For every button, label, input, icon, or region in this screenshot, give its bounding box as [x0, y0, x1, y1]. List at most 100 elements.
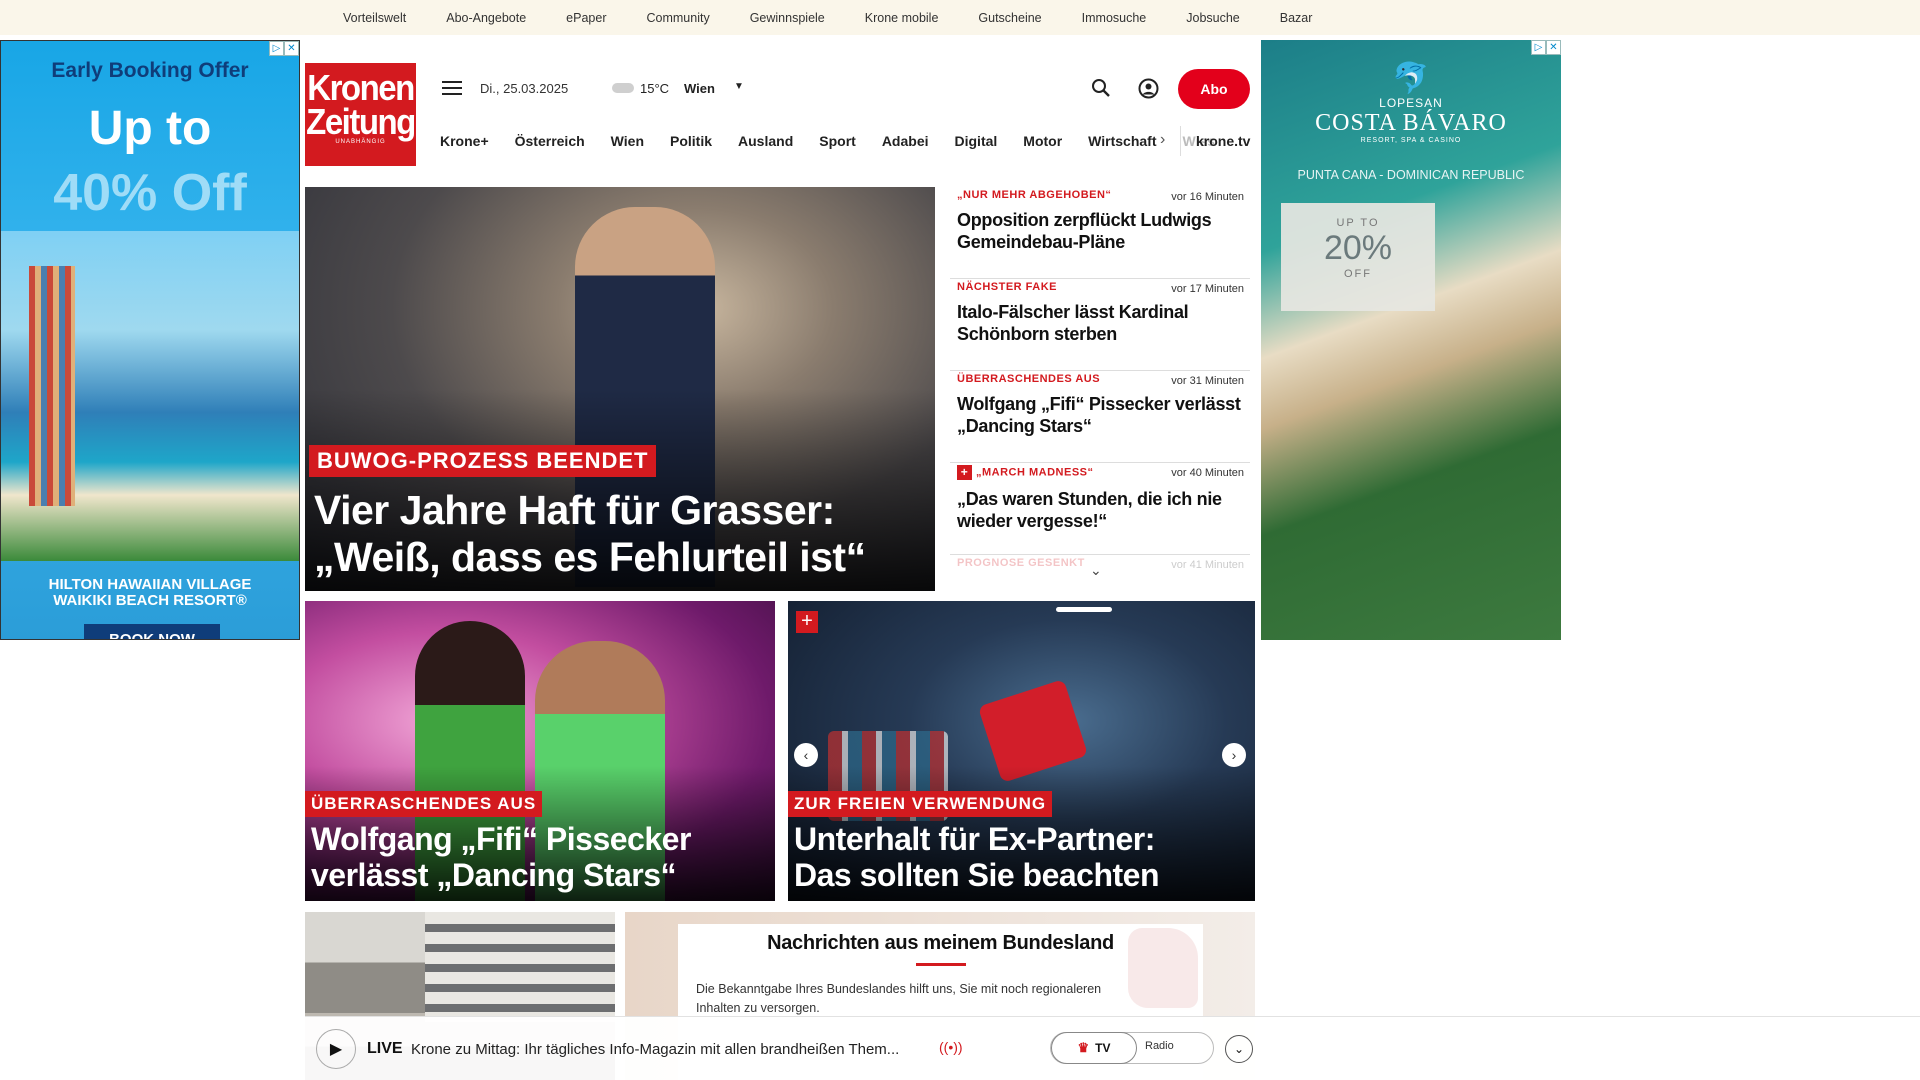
- service-link-jobsuche[interactable]: Jobsuche: [1186, 11, 1240, 25]
- teaser-headline-line1: Unterhalt für Ex-Partner:: [794, 821, 1155, 857]
- news-time: vor 41 Minuten: [1171, 559, 1244, 571]
- news-headline: Wolfgang „Fifi“ Pissecker verlässt „Danc…: [957, 394, 1241, 436]
- tv-radio-toggle: ♛ TV Radio: [1050, 1032, 1214, 1064]
- ad-brand-sub: RESORT, SPA & CASINO: [1360, 137, 1462, 144]
- live-label: LIVE: [367, 1040, 403, 1057]
- temperature: 15°C: [640, 81, 670, 96]
- nav-item-kronetv[interactable]: krone.tv: [1196, 133, 1250, 149]
- nav-item-adabei[interactable]: Adabei: [882, 133, 929, 149]
- radio-toggle-button[interactable]: Radio: [1145, 1040, 1174, 1052]
- teaser-headline: Wolfgang „Fifi“ Pissecker verlässt „Danc…: [311, 821, 691, 893]
- service-link-krone-mobile[interactable]: Krone mobile: [865, 11, 939, 25]
- ad-location: PUNTA CANA - DOMINICAN REPUBLIC: [1297, 168, 1525, 182]
- news-kicker: „MARCH MADNESS“: [976, 466, 1094, 479]
- news-time: vor 17 Minuten: [1171, 283, 1244, 295]
- kroneplus-icon: +: [796, 611, 818, 633]
- play-button[interactable]: ▶: [316, 1029, 356, 1069]
- title-underline: [916, 963, 966, 966]
- ad-hotel-line1: HILTON HAWAIIAN VILLAGE: [48, 576, 252, 593]
- ad-promo-box: UP TO 20% OFF: [1281, 203, 1435, 311]
- nav-item-digital[interactable]: Digital: [955, 133, 998, 149]
- service-link-bazar[interactable]: Bazar: [1280, 11, 1313, 25]
- teaser-headline-line2: Das sollten Sie beachten: [794, 857, 1160, 893]
- ad-choices-badge[interactable]: ▷ ✕: [269, 41, 299, 56]
- nav-item-sport[interactable]: Sport: [819, 133, 856, 149]
- ad-banner-right[interactable]: 🐬 LOPESAN COSTA BÁVARO RESORT, SPA & CAS…: [1261, 40, 1561, 640]
- menu-icon[interactable]: [442, 81, 462, 97]
- hero-headline-line1: Vier Jahre Haft für Grasser:: [314, 487, 835, 533]
- list-item[interactable]: „NUR MEHR ABGEHOBEN“ vor 16 Minuten Oppo…: [950, 187, 1250, 279]
- nav-item-oesterreich[interactable]: Österreich: [515, 133, 585, 149]
- latest-news-list: „NUR MEHR ABGEHOBEN“ vor 16 Minuten Oppo…: [950, 187, 1250, 587]
- ad-brand-name: COSTA BÁVARO: [1315, 110, 1507, 136]
- ad-promo-value: 20%: [1323, 229, 1393, 267]
- abo-button[interactable]: Abo: [1178, 69, 1250, 109]
- site-logo[interactable]: Kronen Zeitung UNABHÄNGIG: [305, 63, 416, 166]
- ad-hotel-line2: WAIKIKI BEACH RESORT®: [53, 592, 247, 609]
- list-item[interactable]: + „MARCH MADNESS“ vor 40 Minuten „Das war…: [950, 463, 1250, 555]
- ad-brand-top: LOPESAN: [1379, 96, 1443, 110]
- teaser-kicker: ÜBERRASCHENDES AUS: [305, 791, 543, 817]
- main-navigation: Krone+ Österreich Wien Politik Ausland S…: [440, 122, 1221, 160]
- chevron-left-icon[interactable]: ‹: [794, 743, 818, 767]
- list-item[interactable]: ÜBERRASCHENDES AUS vor 31 Minuten Wolfga…: [950, 371, 1250, 463]
- hero-kicker: BUWOG-PROZESS BEENDET: [309, 445, 657, 477]
- ad-banner-left[interactable]: Early Booking Offer Up to 40% Off HILTON…: [0, 40, 300, 640]
- tv-label: TV: [1095, 1041, 1111, 1055]
- nav-item-wirtschaft[interactable]: Wirtschaft: [1088, 133, 1156, 149]
- nav-item-ausland[interactable]: Ausland: [738, 133, 793, 149]
- teaser-headline-line2: verlässt „Dancing Stars“: [311, 857, 677, 893]
- ad-upto: Up to: [88, 102, 212, 155]
- bundesland-text: Die Bekanntgabe Ihres Bundeslandes hilft…: [696, 982, 1102, 1015]
- chevron-right-icon[interactable]: ›: [1222, 743, 1246, 767]
- logo-line2: Zeitung: [306, 101, 416, 142]
- live-player-bar: ▶ LIVE Krone zu Mittag: Ihr tägliches In…: [305, 1016, 1920, 1080]
- ad-headline: Early Booking Offer: [51, 59, 249, 82]
- service-link-gewinnspiele[interactable]: Gewinnspiele: [750, 11, 825, 25]
- tv-toggle-button[interactable]: ♛ TV: [1051, 1032, 1137, 1064]
- city-selector[interactable]: Wien: [684, 81, 715, 96]
- service-link-abo-angebote[interactable]: Abo-Angebote: [446, 11, 526, 25]
- service-link-vorteilswelt[interactable]: Vorteilswelt: [343, 11, 406, 25]
- chevron-down-icon[interactable]: ⌄: [1225, 1035, 1253, 1063]
- hero-headline-line2: „Weiß, dass es Fehlurteil ist“: [314, 534, 866, 580]
- ad-book-now-button[interactable]: BOOK NOW: [84, 624, 220, 639]
- chevron-down-icon[interactable]: ▼: [734, 81, 744, 92]
- nav-item-politik[interactable]: Politik: [670, 133, 712, 149]
- ad-choices-badge[interactable]: ▷ ✕: [1531, 40, 1561, 55]
- news-headline: Opposition zerpflückt Ludwigs Gemeindeba…: [957, 210, 1212, 252]
- close-icon[interactable]: ✕: [284, 41, 299, 56]
- nav-item-motor[interactable]: Motor: [1023, 133, 1062, 149]
- service-link-epaper[interactable]: ePaper: [566, 11, 606, 25]
- broadcast-icon: ((•)): [939, 1039, 963, 1055]
- current-date: Di., 25.03.2025: [480, 81, 569, 96]
- ad-brand: 🐬 LOPESAN COSTA BÁVARO RESORT, SPA & CAS…: [1261, 62, 1561, 144]
- user-account-icon[interactable]: [1138, 78, 1159, 99]
- close-icon[interactable]: ✕: [1546, 40, 1561, 55]
- teaser-card-dancing-stars[interactable]: ÜBERRASCHENDES AUS Wolfgang „Fifi“ Pisse…: [305, 601, 775, 901]
- news-time: vor 16 Minuten: [1171, 191, 1244, 203]
- news-headline: „Das waren Stunden, die ich nie wieder v…: [957, 489, 1222, 531]
- list-item[interactable]: NÄCHSTER FAKE vor 17 Minuten Italo-Fälsc…: [950, 279, 1250, 371]
- adchoices-icon[interactable]: ▷: [1531, 40, 1546, 55]
- crown-icon: ♛: [1077, 1040, 1090, 1055]
- chevron-right-icon[interactable]: ›: [1160, 131, 1165, 149]
- search-icon[interactable]: [1091, 78, 1111, 98]
- top-service-bar: Vorteilswelt Abo-Angebote ePaper Communi…: [0, 0, 1920, 35]
- teaser-headline: Unterhalt für Ex-Partner: Das sollten Si…: [794, 821, 1160, 893]
- hero-article[interactable]: BUWOG-PROZESS BEENDET Vier Jahre Haft fü…: [305, 187, 935, 591]
- adchoices-icon[interactable]: ▷: [269, 41, 284, 56]
- carousel-indicator[interactable]: [1056, 607, 1112, 612]
- nav-item-wien[interactable]: Wien: [611, 133, 644, 149]
- service-link-gutscheine[interactable]: Gutscheine: [978, 11, 1041, 25]
- cloud-icon: [612, 83, 634, 93]
- ad-hotel-tower-image: [29, 266, 75, 506]
- teaser-card-unterhalt[interactable]: + ‹ › ZUR FREIEN VERWENDUNG Unterhalt fü…: [788, 601, 1255, 901]
- nav-item-kroneplus[interactable]: Krone+: [440, 133, 489, 149]
- service-links: Vorteilswelt Abo-Angebote ePaper Communi…: [343, 0, 1352, 35]
- teaser-headline-line1: Wolfgang „Fifi“ Pissecker: [311, 821, 691, 857]
- service-link-community[interactable]: Community: [646, 11, 709, 25]
- chevron-down-icon[interactable]: ⌄: [1090, 562, 1102, 579]
- service-link-immosuche[interactable]: Immosuche: [1082, 11, 1147, 25]
- live-program-title[interactable]: Krone zu Mittag: Ihr tägliches Info-Maga…: [411, 1041, 899, 1058]
